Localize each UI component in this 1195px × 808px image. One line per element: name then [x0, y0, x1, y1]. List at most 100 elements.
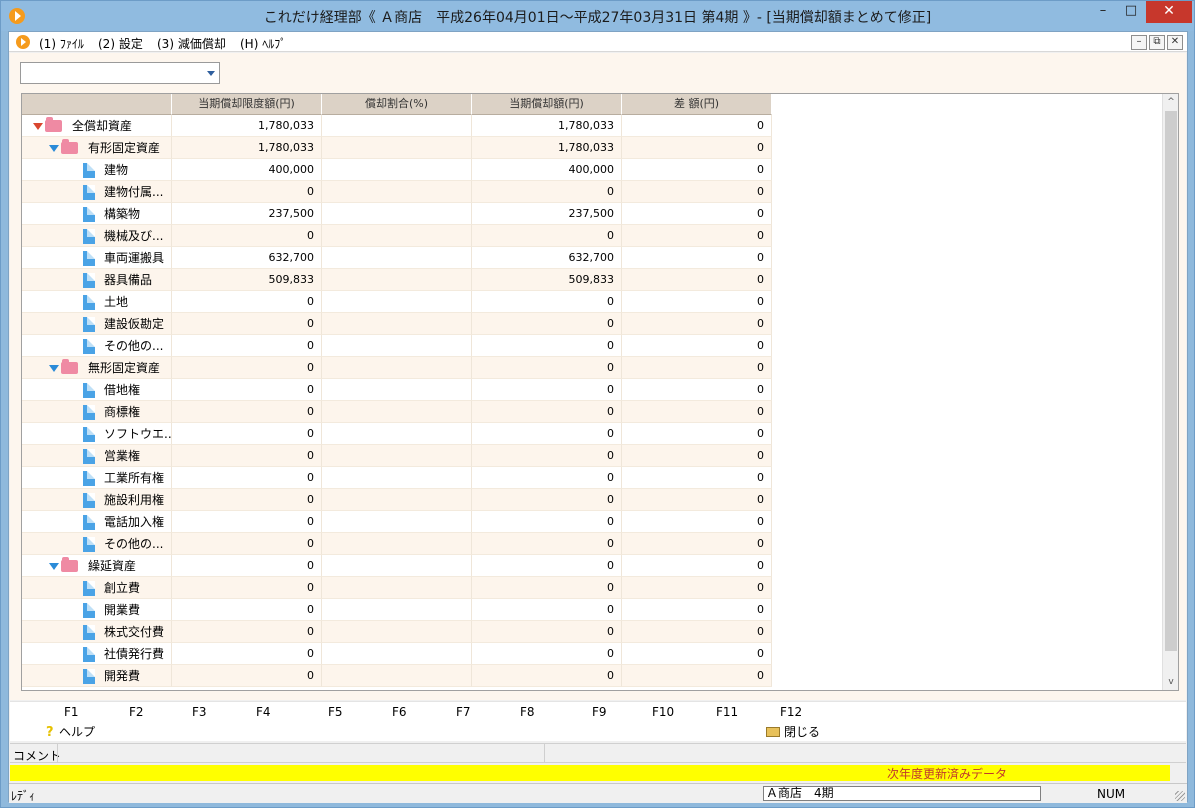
cell-limit[interactable]: 0 [172, 181, 322, 203]
cell-limit[interactable]: 0 [172, 225, 322, 247]
cell-name[interactable]: 創立費 [22, 577, 172, 599]
cell-limit[interactable]: 0 [172, 511, 322, 533]
cell-rate[interactable] [322, 291, 472, 313]
table-row[interactable]: 工業所有権 0 0 0 [22, 467, 1162, 489]
cell-amount[interactable]: 1,780,033 [472, 115, 622, 137]
cell-amount[interactable]: 400,000 [472, 159, 622, 181]
cell-limit[interactable]: 0 [172, 401, 322, 423]
cell-name[interactable]: 器具備品 [22, 269, 172, 291]
cell-diff[interactable]: 0 [622, 511, 772, 533]
table-row[interactable]: その他の... 0 0 0 [22, 533, 1162, 555]
fkey-f4[interactable]: F4 [256, 705, 271, 719]
cell-rate[interactable] [322, 357, 472, 379]
title-bar[interactable]: これだけ経理部《 Ａ商店 平成26年04月01日～平成27年03月31日 第4期… [1, 1, 1194, 31]
cell-diff[interactable]: 0 [622, 313, 772, 335]
table-row[interactable]: 創立費 0 0 0 [22, 577, 1162, 599]
cell-rate[interactable] [322, 335, 472, 357]
resize-grip-icon[interactable] [1175, 791, 1185, 801]
cell-diff[interactable]: 0 [622, 159, 772, 181]
menu-depreciation[interactable]: (3) 減価償却 [157, 35, 226, 52]
cell-diff[interactable]: 0 [622, 181, 772, 203]
cell-amount[interactable]: 0 [472, 181, 622, 203]
table-row[interactable]: 営業権 0 0 0 [22, 445, 1162, 467]
menu-file[interactable]: (1) ﾌｧｲﾙ [39, 35, 84, 52]
fkey-f1[interactable]: F1 [64, 705, 79, 719]
cell-name[interactable]: 無形固定資産 [22, 357, 172, 379]
table-row[interactable]: 建物 400,000 400,000 0 [22, 159, 1162, 181]
cell-amount[interactable]: 1,780,033 [472, 137, 622, 159]
fkey-f9[interactable]: F9 [592, 705, 607, 719]
cell-limit[interactable]: 0 [172, 313, 322, 335]
cell-name[interactable]: 借地権 [22, 379, 172, 401]
scroll-down-icon[interactable]: v [1163, 674, 1178, 690]
cell-name[interactable]: 機械及び... [22, 225, 172, 247]
cell-limit[interactable]: 0 [172, 489, 322, 511]
cell-name[interactable]: 商標権 [22, 401, 172, 423]
cell-amount[interactable]: 0 [472, 225, 622, 247]
cell-amount[interactable]: 0 [472, 335, 622, 357]
table-row[interactable]: 繰延資産 0 0 0 [22, 555, 1162, 577]
cell-limit[interactable]: 0 [172, 577, 322, 599]
cell-rate[interactable] [322, 599, 472, 621]
table-row[interactable]: その他の... 0 0 0 [22, 335, 1162, 357]
cell-name[interactable]: 構築物 [22, 203, 172, 225]
cell-name[interactable]: 繰延資産 [22, 555, 172, 577]
cell-diff[interactable]: 0 [622, 247, 772, 269]
cell-diff[interactable]: 0 [622, 423, 772, 445]
cell-diff[interactable]: 0 [622, 401, 772, 423]
fkey-f7[interactable]: F7 [456, 705, 471, 719]
cell-amount[interactable]: 0 [472, 291, 622, 313]
cell-limit[interactable]: 0 [172, 423, 322, 445]
table-row[interactable]: 建設仮勘定 0 0 0 [22, 313, 1162, 335]
cell-diff[interactable]: 0 [622, 335, 772, 357]
cell-diff[interactable]: 0 [622, 269, 772, 291]
cell-amount[interactable]: 0 [472, 379, 622, 401]
cell-limit[interactable]: 0 [172, 379, 322, 401]
table-row[interactable]: 株式交付費 0 0 0 [22, 621, 1162, 643]
cell-diff[interactable]: 0 [622, 555, 772, 577]
cell-rate[interactable] [322, 115, 472, 137]
cell-name[interactable]: 電話加入権 [22, 511, 172, 533]
cell-name[interactable]: 土地 [22, 291, 172, 313]
cell-limit[interactable]: 0 [172, 599, 322, 621]
cell-amount[interactable]: 0 [472, 621, 622, 643]
scroll-thumb[interactable] [1165, 111, 1177, 651]
cell-amount[interactable]: 237,500 [472, 203, 622, 225]
cell-amount[interactable]: 0 [472, 489, 622, 511]
cell-diff[interactable]: 0 [622, 203, 772, 225]
cell-limit[interactable]: 400,000 [172, 159, 322, 181]
cell-name[interactable]: 開業費 [22, 599, 172, 621]
cell-amount[interactable]: 0 [472, 533, 622, 555]
cell-name[interactable]: ソフトウエ... [22, 423, 172, 445]
cell-name[interactable]: 建物 [22, 159, 172, 181]
cell-rate[interactable] [322, 643, 472, 665]
cell-rate[interactable] [322, 203, 472, 225]
table-row[interactable]: 開発費 0 0 0 [22, 665, 1162, 687]
cell-amount[interactable]: 0 [472, 423, 622, 445]
table-row[interactable]: 無形固定資産 0 0 0 [22, 357, 1162, 379]
cell-limit[interactable]: 0 [172, 555, 322, 577]
table-row[interactable]: 構築物 237,500 237,500 0 [22, 203, 1162, 225]
cell-limit[interactable]: 1,780,033 [172, 115, 322, 137]
cell-amount[interactable]: 0 [472, 599, 622, 621]
menu-settings[interactable]: (2) 設定 [98, 35, 143, 52]
header-amount[interactable]: 当期償却額(円) [472, 94, 622, 115]
cell-diff[interactable]: 0 [622, 599, 772, 621]
expand-triangle-icon[interactable] [49, 365, 59, 372]
cell-amount[interactable]: 0 [472, 511, 622, 533]
minimize-button[interactable]: – [1088, 1, 1118, 23]
mdi-minimize-button[interactable]: – [1131, 35, 1147, 50]
table-row[interactable]: 開業費 0 0 0 [22, 599, 1162, 621]
cell-rate[interactable] [322, 401, 472, 423]
table-row[interactable]: 建物付属... 0 0 0 [22, 181, 1162, 203]
cell-rate[interactable] [322, 247, 472, 269]
cell-limit[interactable]: 0 [172, 445, 322, 467]
cell-amount[interactable]: 0 [472, 313, 622, 335]
cell-name[interactable]: 株式交付費 [22, 621, 172, 643]
cell-limit[interactable]: 1,780,033 [172, 137, 322, 159]
cell-diff[interactable]: 0 [622, 357, 772, 379]
cell-name[interactable]: 施設利用権 [22, 489, 172, 511]
close-window-button[interactable]: ✕ [1146, 1, 1192, 23]
cell-limit[interactable]: 0 [172, 467, 322, 489]
cell-name[interactable]: その他の... [22, 335, 172, 357]
